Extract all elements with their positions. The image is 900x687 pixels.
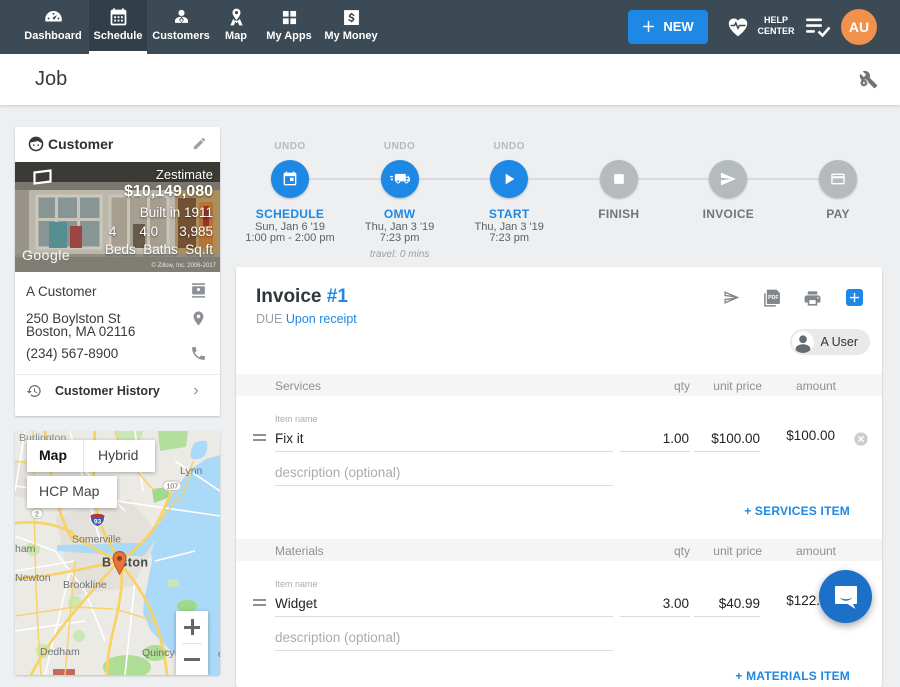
svg-text:Quincy: Quincy (142, 647, 175, 659)
svg-text:Somerville: Somerville (72, 534, 121, 546)
svg-text:Newton: Newton (15, 572, 51, 584)
svg-text:2: 2 (35, 512, 39, 519)
svg-text:PDF: PDF (768, 295, 778, 301)
svg-text:ham: ham (15, 543, 36, 555)
svg-text:Brookline: Brookline (63, 579, 107, 591)
svg-text:93: 93 (94, 519, 102, 526)
svg-text:Dedham: Dedham (40, 646, 80, 658)
svg-text:di: di (218, 648, 220, 660)
svg-text:Lynn: Lynn (180, 465, 203, 477)
svg-text:107: 107 (167, 484, 179, 491)
